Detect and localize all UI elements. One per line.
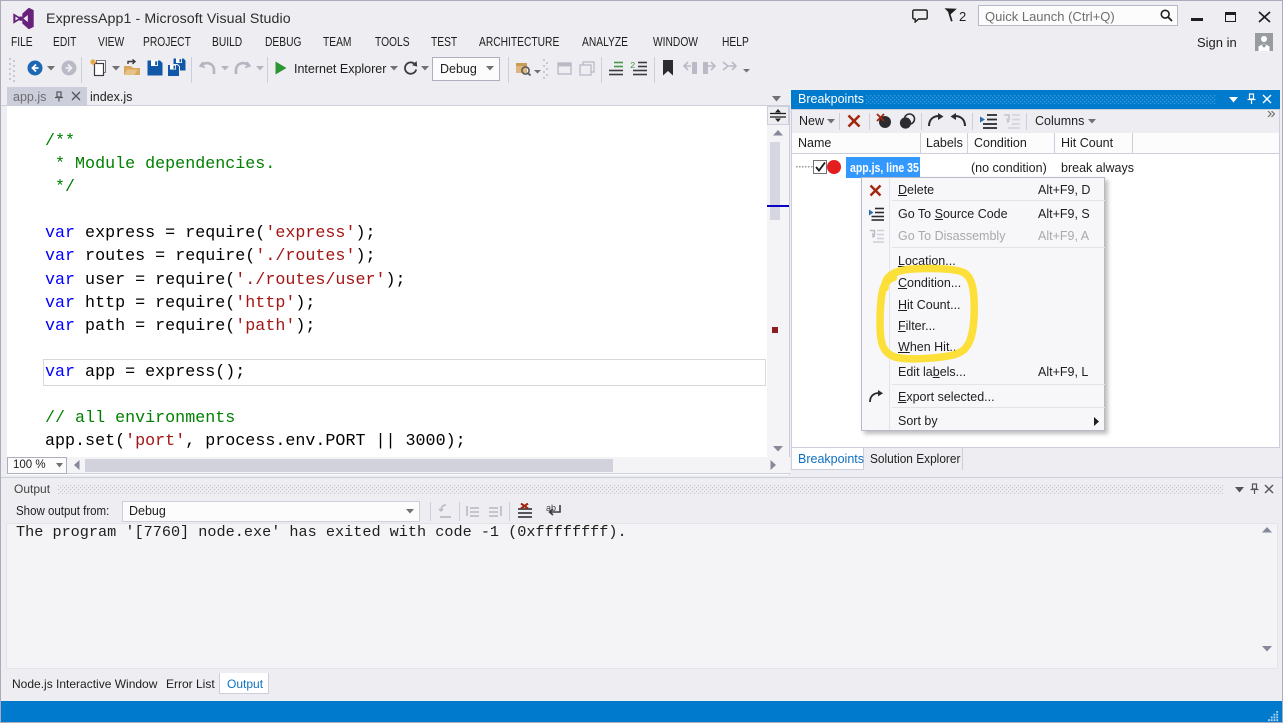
svg-text:2: 2: [630, 61, 635, 71]
